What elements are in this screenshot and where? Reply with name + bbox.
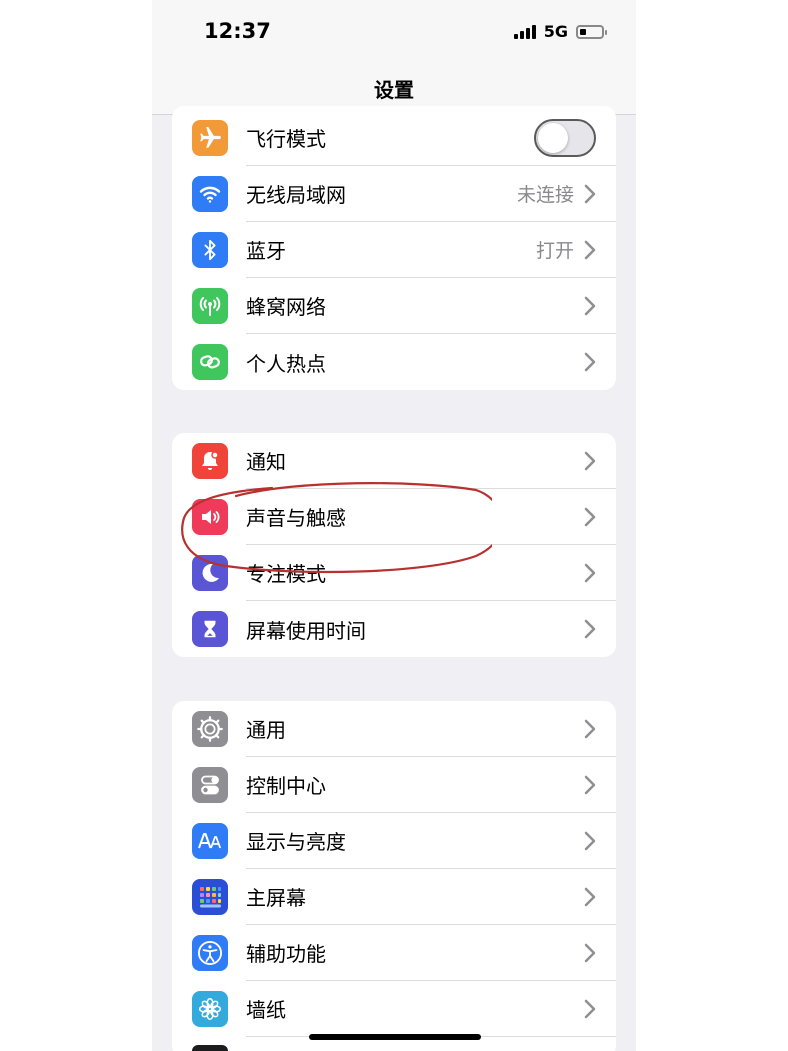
row-label: 无线局域网 bbox=[246, 183, 346, 207]
bluetooth-icon bbox=[192, 232, 228, 268]
flower-icon bbox=[192, 991, 228, 1027]
row-accessibility[interactable]: 辅助功能 bbox=[172, 925, 616, 981]
status-indicators: 5G bbox=[513, 22, 607, 41]
row-label: 通知 bbox=[246, 450, 286, 474]
row-label: 声音与触感 bbox=[246, 506, 346, 530]
hourglass-icon bbox=[192, 611, 228, 647]
chevron-right-icon bbox=[584, 352, 596, 372]
bluetooth-status: 打开 bbox=[535, 240, 574, 262]
status-time: 12:37 bbox=[204, 19, 271, 43]
chevron-right-icon bbox=[584, 296, 596, 315]
chevron-right-icon bbox=[584, 184, 596, 203]
page-title: 设置 bbox=[374, 77, 414, 102]
row-label: 主屏幕 bbox=[246, 886, 306, 910]
row-wallpaper[interactable]: 墙纸 bbox=[172, 981, 616, 1037]
speaker-icon bbox=[192, 499, 228, 535]
row-cellular[interactable]: 蜂窝网络 bbox=[172, 278, 616, 334]
bell-icon bbox=[192, 443, 228, 479]
link-icon bbox=[192, 344, 228, 380]
wifi-status: 未连接 bbox=[516, 184, 574, 206]
row-label: 屏幕使用时间 bbox=[246, 618, 366, 643]
chevron-right-icon bbox=[584, 999, 596, 1018]
chevron-right-icon bbox=[584, 563, 596, 582]
signal-icon bbox=[513, 24, 536, 39]
row-label: 墙纸 bbox=[246, 998, 286, 1022]
chevron-right-icon bbox=[584, 507, 596, 526]
row-home-screen[interactable]: 主屏幕 bbox=[172, 869, 616, 925]
accessibility-icon bbox=[192, 935, 228, 971]
chevron-right-icon bbox=[584, 619, 596, 639]
app-grid-icon bbox=[192, 879, 228, 915]
partial-app-icon bbox=[192, 1045, 228, 1051]
battery-icon bbox=[576, 24, 607, 39]
row-label: 专注模式 bbox=[246, 562, 326, 586]
gear-icon bbox=[192, 711, 228, 747]
antenna-icon bbox=[192, 288, 228, 324]
row-airplane-mode[interactable]: 飞行模式 bbox=[172, 110, 616, 166]
row-sounds-haptics[interactable]: 声音与触感 bbox=[172, 489, 616, 545]
chevron-right-icon bbox=[584, 240, 596, 259]
text-size-icon bbox=[192, 823, 228, 859]
row-label: 飞行模式 bbox=[246, 127, 326, 151]
row-label: 辅助功能 bbox=[246, 942, 326, 966]
row-display-brightness[interactable]: 显示与亮度 bbox=[172, 813, 616, 869]
row-bluetooth[interactable]: 蓝牙 打开 bbox=[172, 222, 616, 278]
chevron-right-icon bbox=[584, 887, 596, 906]
settings-group-notifications: 通知 声音与触感 专注模式 屏幕使用时间 bbox=[172, 433, 616, 657]
row-wifi[interactable]: 无线局域网 未连接 bbox=[172, 166, 616, 222]
airplane-mode-toggle[interactable] bbox=[534, 118, 596, 157]
chevron-right-icon bbox=[584, 775, 596, 794]
toggles-icon bbox=[192, 767, 228, 803]
row-focus[interactable]: 专注模式 bbox=[172, 545, 616, 601]
chevron-right-icon bbox=[584, 943, 596, 962]
row-label: 蓝牙 bbox=[246, 239, 286, 263]
row-screen-time[interactable]: 屏幕使用时间 bbox=[172, 601, 616, 657]
row-hotspot[interactable]: 个人热点 bbox=[172, 334, 616, 390]
wifi-icon bbox=[192, 176, 228, 212]
status-bar: 12:37 5G bbox=[152, 0, 636, 62]
row-label: 显示与亮度 bbox=[246, 830, 346, 854]
row-label: 控制中心 bbox=[246, 774, 326, 798]
chevron-right-icon bbox=[584, 831, 596, 850]
row-general[interactable]: 通用 bbox=[172, 701, 616, 757]
moon-icon bbox=[192, 555, 228, 591]
chevron-right-icon bbox=[584, 719, 596, 738]
row-label: 个人热点 bbox=[246, 351, 326, 376]
settings-group-connectivity: 飞行模式 无线局域网 未连接 蓝牙 打开 蜂窝网络 个人热点 bbox=[172, 106, 616, 390]
chevron-right-icon bbox=[584, 451, 596, 470]
settings-group-general: 通用 控制中心 显示与亮度 主屏幕 辅助功能 墙纸 bbox=[172, 701, 616, 1051]
phone-screen: 12:37 5G 设置 飞行模式 无线局域网 未连接 蓝牙 打开 蜂窝网络 个人… bbox=[152, 0, 636, 1051]
network-type: 5G bbox=[543, 22, 568, 41]
row-control-center[interactable]: 控制中心 bbox=[172, 757, 616, 813]
row-notifications[interactable]: 通知 bbox=[172, 433, 616, 489]
row-label: 通用 bbox=[246, 718, 286, 742]
row-label: 蜂窝网络 bbox=[246, 295, 326, 319]
airplane-icon bbox=[192, 120, 228, 156]
home-indicator bbox=[309, 1034, 481, 1040]
